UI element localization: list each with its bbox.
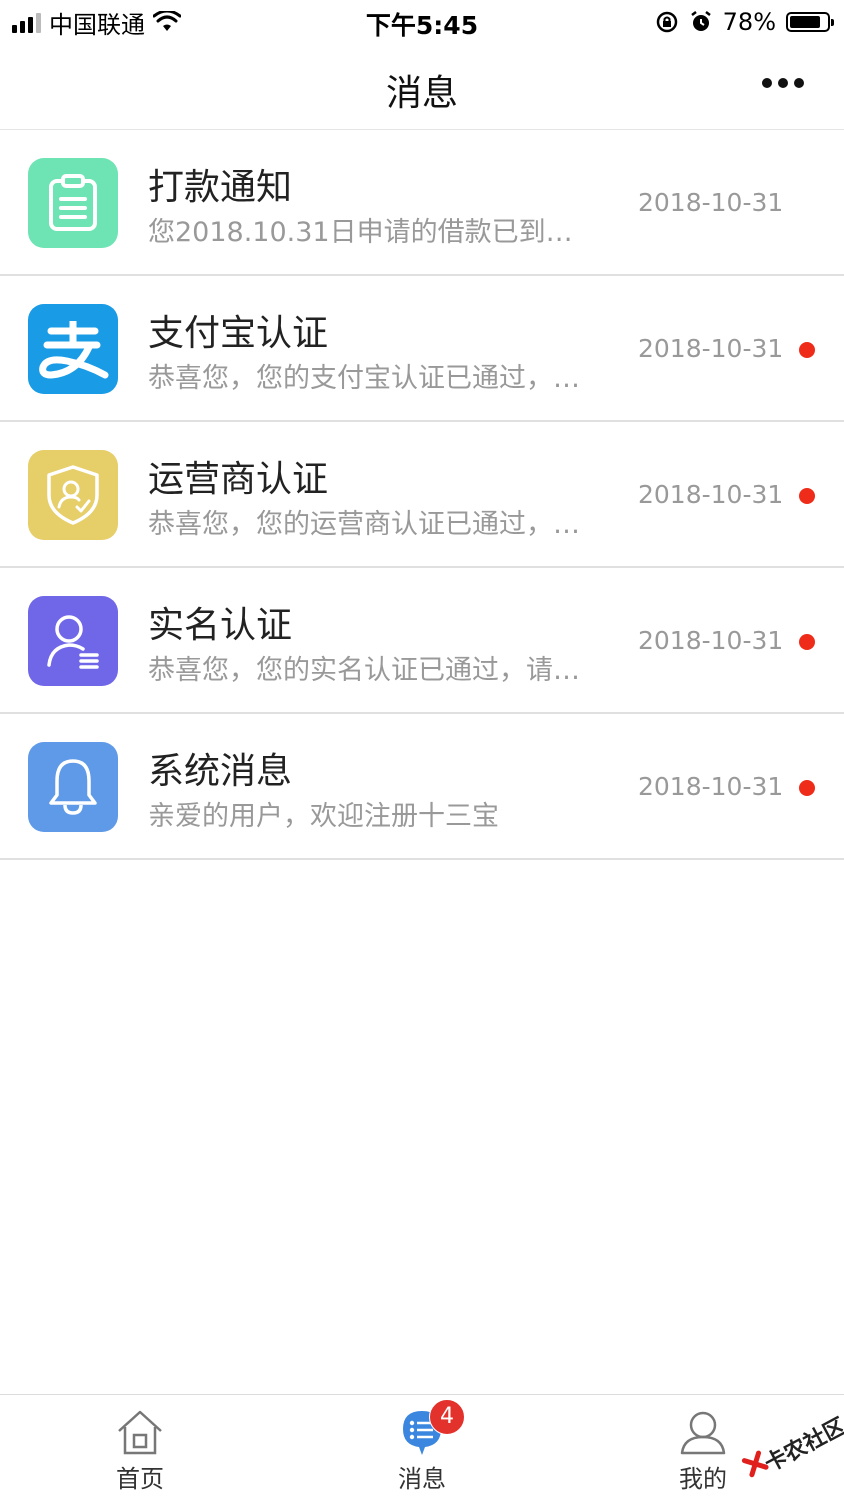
page-title: 消息 bbox=[385, 73, 458, 114]
message-title: 运营商认证 bbox=[148, 459, 329, 500]
message-list: 打款通知 您2018.10.31日申请的借款已到账，请注意查收 2018-10-… bbox=[0, 130, 844, 860]
message-item-realname[interactable]: 实名认证 恭喜您，您的实名认证已通过，请继续完成其他认证 2018-10-31 bbox=[0, 568, 844, 714]
more-options-button[interactable] bbox=[762, 78, 804, 88]
unread-dot bbox=[799, 780, 815, 796]
bell-icon bbox=[28, 742, 118, 832]
nav-bar: 消息 bbox=[0, 44, 844, 130]
message-preview: 恭喜您，您的运营商认证已通过，请继续完成其他认证 bbox=[148, 509, 588, 540]
message-date: 2018-10-31 bbox=[638, 188, 784, 217]
more-dot-icon bbox=[762, 78, 772, 88]
tab-bar: 首页 4 消息 我的 bbox=[0, 1394, 844, 1500]
unread-dot bbox=[799, 488, 815, 504]
battery-icon bbox=[786, 12, 834, 32]
shield-user-icon bbox=[28, 450, 118, 540]
unread-dot bbox=[799, 634, 815, 650]
message-date: 2018-10-31 bbox=[638, 626, 784, 655]
message-title: 支付宝认证 bbox=[148, 313, 329, 354]
unread-count-badge: 4 bbox=[429, 1399, 465, 1435]
message-item-payment[interactable]: 打款通知 您2018.10.31日申请的借款已到账，请注意查收 2018-10-… bbox=[0, 130, 844, 276]
user-icon bbox=[680, 1411, 726, 1455]
status-time: 下午5:45 bbox=[365, 11, 479, 40]
message-title: 打款通知 bbox=[148, 167, 293, 208]
tab-label: 首页 bbox=[116, 1465, 164, 1493]
message-preview: 恭喜您，您的实名认证已通过，请继续完成其他认证 bbox=[148, 655, 588, 686]
message-date: 2018-10-31 bbox=[638, 772, 784, 801]
tab-label: 消息 bbox=[398, 1465, 446, 1493]
tab-messages[interactable]: 4 消息 bbox=[352, 1399, 492, 1494]
more-dot-icon bbox=[778, 78, 788, 88]
message-item-system[interactable]: 系统消息 亲爱的用户，欢迎注册十三宝 2018-10-31 bbox=[0, 714, 844, 860]
clipboard-icon bbox=[28, 158, 118, 248]
more-dot-icon bbox=[794, 78, 804, 88]
unread-dot bbox=[799, 342, 815, 358]
message-date: 2018-10-31 bbox=[638, 334, 784, 363]
home-icon bbox=[118, 1410, 162, 1455]
message-preview: 恭喜您，您的支付宝认证已通过，请继续完成其他认证 bbox=[148, 363, 588, 394]
user-id-icon bbox=[28, 596, 118, 686]
message-preview: 亲爱的用户，欢迎注册十三宝 bbox=[148, 801, 499, 832]
message-title: 实名认证 bbox=[148, 605, 293, 646]
message-item-alipay[interactable]: 支付宝认证 恭喜您，您的支付宝认证已通过，请继续完成其他认证 2018-10-3… bbox=[0, 276, 844, 422]
message-date: 2018-10-31 bbox=[638, 480, 784, 509]
message-title: 系统消息 bbox=[148, 751, 293, 792]
messages-screen: 中国联通 下午5:45 78% 消息 打款通知 您2018.10.31日申请的借… bbox=[0, 0, 844, 1500]
status-bar: 中国联通 下午5:45 78% bbox=[0, 0, 844, 44]
message-item-carrier[interactable]: 运营商认证 恭喜您，您的运营商认证已通过，请继续完成其他认证 2018-10-3… bbox=[0, 422, 844, 568]
tab-icon-wrap: 4 bbox=[397, 1399, 465, 1457]
message-preview: 您2018.10.31日申请的借款已到账，请注意查收 bbox=[148, 217, 588, 248]
tab-home[interactable]: 首页 bbox=[70, 1407, 210, 1494]
alipay-icon bbox=[28, 304, 118, 394]
